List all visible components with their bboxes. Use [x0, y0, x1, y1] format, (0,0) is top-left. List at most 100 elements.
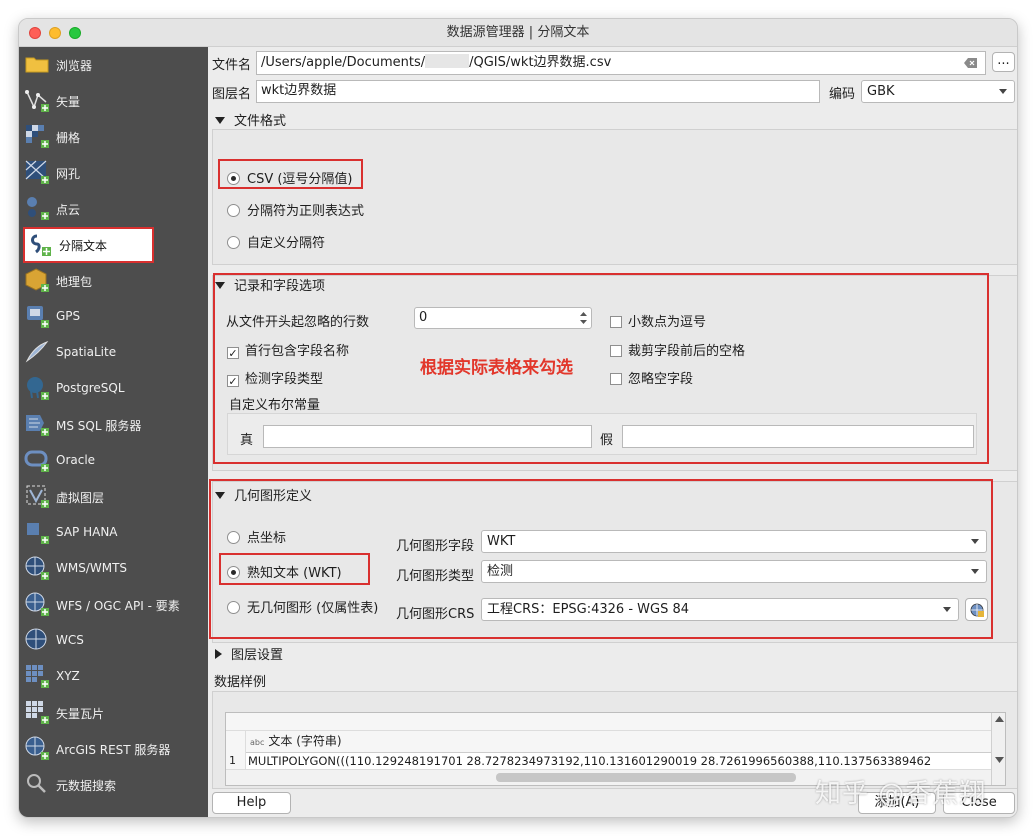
chevron-down-icon: [999, 89, 1007, 94]
minimize-window-button[interactable]: [49, 27, 61, 39]
projection-globe-icon: [970, 603, 984, 617]
sidebar-item-metadata-search[interactable]: 元数据搜索: [19, 767, 208, 803]
close-window-button[interactable]: [29, 27, 41, 39]
geometry-toggle[interactable]: 几何图形定义: [215, 485, 312, 504]
true-value-input[interactable]: [263, 425, 592, 448]
sidebar-item-raster[interactable]: 栅格: [19, 119, 208, 155]
sidebar-item-browser[interactable]: 浏览器: [19, 47, 208, 83]
string-type-badge: abc: [250, 738, 265, 747]
geometry-crs-select[interactable]: 工程CRS：EPSG:4326 - WGS 84: [481, 598, 959, 621]
geometry-type-label: 几何图形类型: [396, 569, 475, 584]
encoding-select[interactable]: GBK: [861, 80, 1015, 103]
watermark: 知乎 @香蕉翔: [815, 779, 987, 809]
check-decimal-comma-label: 小数点为逗号: [628, 315, 707, 330]
scroll-down-icon[interactable]: [995, 757, 1004, 763]
spatialite-icon: [25, 341, 49, 363]
file-format-toggle[interactable]: 文件格式: [215, 110, 286, 129]
geometry-crs-value: 工程CRS：EPSG:4326 - WGS 84: [487, 602, 690, 617]
checkmark-icon: ✓: [227, 375, 239, 388]
check-decimal-comma[interactable]: 小数点为逗号: [610, 311, 706, 330]
geopackage-icon: [25, 268, 49, 292]
records-toggle[interactable]: 记录和字段选项: [215, 275, 325, 294]
check-first-record-header-label: 首行包含字段名称: [245, 344, 350, 359]
maximize-window-button[interactable]: [69, 27, 81, 39]
check-detect-types[interactable]: ✓ 检测字段类型: [227, 368, 323, 387]
skip-lines-spinbox[interactable]: 0: [414, 307, 592, 329]
radio-no-geometry-label: 无几何图形 (仅属性表): [247, 601, 379, 616]
scroll-up-icon[interactable]: [995, 716, 1004, 722]
sidebar-item-wfs[interactable]: WFS / OGC API - 要素: [19, 587, 208, 623]
sidebar-item-virtual-layer[interactable]: 虚拟图层: [19, 479, 208, 515]
vector-tile-icon: [26, 701, 49, 724]
false-value-input[interactable]: [622, 425, 974, 448]
expand-triangle-icon: [215, 649, 222, 659]
sidebar-item-gps[interactable]: GPS: [19, 299, 208, 335]
collapse-triangle-icon: [215, 282, 225, 289]
chevron-down-icon: [971, 539, 979, 544]
metadata-search-icon: [27, 774, 46, 793]
table-top-strip: [226, 713, 991, 731]
geometry-field-value: WKT: [487, 534, 516, 549]
sidebar-item-geopackage[interactable]: 地理包: [19, 263, 208, 299]
check-discard-empty[interactable]: 忽略空字段: [610, 368, 693, 387]
sidebar-item-mesh[interactable]: 网孔: [19, 155, 208, 191]
geometry-type-value: 检测: [487, 564, 514, 579]
crs-selector-button[interactable]: [965, 598, 988, 621]
sidebar-item-wms[interactable]: WMS/WMTS: [19, 551, 208, 587]
sidebar-item-mssql[interactable]: MS SQL 服务器: [19, 407, 208, 443]
sidebar-item-arcgis-rest[interactable]: ArcGIS REST 服务器: [19, 731, 208, 767]
layer-settings-toggle[interactable]: 图层设置: [215, 644, 283, 663]
true-label: 真: [240, 433, 254, 448]
geometry-field-select[interactable]: WKT: [481, 530, 987, 553]
clear-field-icon[interactable]: [964, 58, 977, 68]
geometry-crs-label: 几何图形CRS: [396, 607, 475, 622]
sidebar-item-oracle[interactable]: Oracle: [19, 443, 208, 479]
sidebar-item-point-cloud[interactable]: 点云: [19, 191, 208, 227]
delimited-text-panel: 文件名 /Users/apple/Documents/ /QGIS/wkt边界数据…: [208, 47, 1017, 817]
sidebar-item-postgresql[interactable]: PostgreSQL: [19, 371, 208, 407]
encoding-label: 编码: [829, 87, 856, 102]
radio-custom-delimiter-label: 自定义分隔符: [247, 236, 326, 251]
check-first-record-header[interactable]: ✓ 首行包含字段名称: [227, 340, 349, 359]
sidebar-item-delimited-text[interactable]: 分隔文本: [23, 227, 154, 263]
radio-no-geometry[interactable]: 无几何图形 (仅属性表): [227, 597, 378, 616]
help-button[interactable]: Help: [212, 792, 291, 814]
radio-custom-delimiter[interactable]: 自定义分隔符: [227, 232, 325, 251]
sidebar-item-xyz[interactable]: XYZ: [19, 659, 208, 695]
records-title: 记录和字段选项: [234, 279, 326, 294]
sidebar-item-vector-tiles[interactable]: 矢量瓦片: [19, 695, 208, 731]
window-title: 数据源管理器 | 分隔文本: [446, 25, 590, 40]
chevron-down-icon: [971, 569, 979, 574]
layer-name-input[interactable]: wkt边界数据: [256, 80, 820, 103]
radio-point-coordinates-label: 点坐标: [247, 531, 287, 546]
wms-icon: [25, 556, 49, 580]
geometry-title: 几何图形定义: [234, 489, 313, 504]
raster-icon: [26, 125, 49, 148]
radio-regex[interactable]: 分隔符为正则表达式: [227, 200, 364, 219]
geometry-type-select[interactable]: 检测: [481, 560, 987, 583]
collapse-triangle-icon: [215, 117, 225, 124]
column-header[interactable]: abc 文本 (字符串): [246, 731, 991, 753]
check-trim-fields[interactable]: 裁剪字段前后的空格: [610, 340, 745, 359]
table-row: MULTIPOLYGON(((110.129248191701 28.72782…: [248, 754, 932, 768]
chevron-down-icon: [943, 607, 951, 612]
sidebar-item-spatialite[interactable]: SpatiaLite: [19, 335, 208, 371]
check-discard-empty-label: 忽略空字段: [628, 372, 694, 387]
sap-hana-icon: [27, 523, 49, 544]
highlight-box-csv: [218, 159, 363, 189]
sidebar-item-vector[interactable]: 矢量: [19, 83, 208, 119]
scrollbar-thumb[interactable]: [496, 773, 796, 782]
wfs-icon: [25, 592, 49, 616]
delimited-text-icon: [31, 234, 51, 256]
vertical-scrollbar[interactable]: [991, 713, 1005, 785]
virtual-layer-icon: [26, 485, 49, 508]
table-corner: [226, 731, 246, 753]
radio-point-coordinates[interactable]: 点坐标: [227, 527, 286, 546]
sidebar-item-sap-hana[interactable]: SAP HANA: [19, 515, 208, 551]
sidebar-item-wcs[interactable]: WCS: [19, 623, 208, 659]
spin-arrows-icon[interactable]: [579, 310, 588, 326]
browse-file-button[interactable]: ...: [992, 52, 1015, 72]
file-format-panel: [212, 129, 1017, 265]
file-path-input[interactable]: /Users/apple/Documents/ /QGIS/wkt边界数据.csv: [256, 51, 986, 75]
skip-lines-label: 从文件开头起忽略的行数: [226, 315, 370, 330]
